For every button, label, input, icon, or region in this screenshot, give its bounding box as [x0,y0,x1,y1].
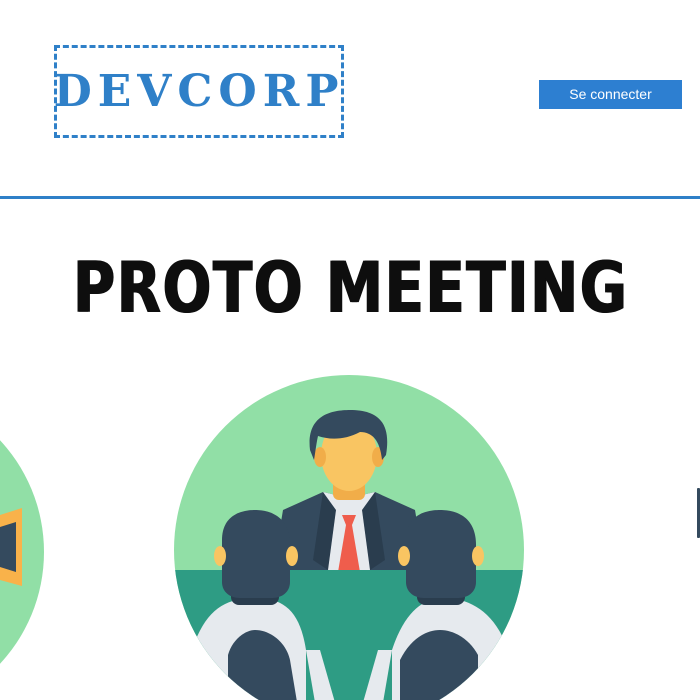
site-header: DEVCORP Se connecter [0,0,700,196]
previous-slide-image[interactable] [0,388,44,700]
logo-text: DEVCORP [53,65,345,117]
landing-page: DEVCORP Se connecter PROTO MEETING [0,0,700,700]
page-title: PROTO MEETING [72,247,628,329]
logo[interactable]: DEVCORP [54,45,344,138]
login-button[interactable]: Se connecter [539,80,682,109]
header-divider [0,196,700,199]
